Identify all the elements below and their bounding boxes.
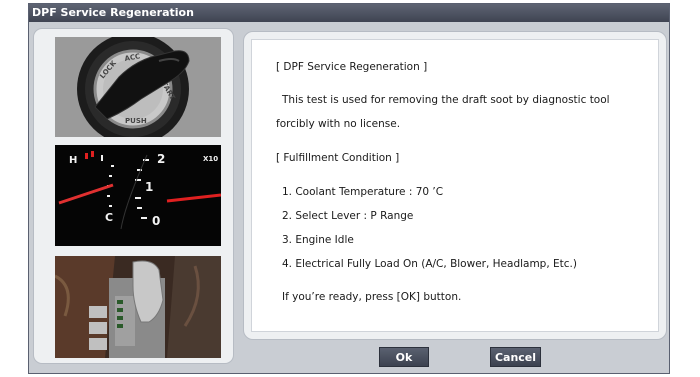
- condition-item: 1. Coolant Temperature : 70 ’C: [282, 186, 444, 198]
- cancel-button[interactable]: Cancel: [490, 347, 541, 367]
- dialog-title: DPF Service Regeneration: [29, 4, 669, 22]
- gauge-label-1: 1: [145, 180, 153, 194]
- ok-button[interactable]: Ok: [379, 347, 429, 367]
- gauge-label-hot: H: [69, 155, 77, 166]
- gauge-label-2: 2: [157, 152, 165, 166]
- description-line-1: This test is used for removing the draft…: [282, 94, 610, 106]
- ready-prompt: If you’re ready, press [OK] button.: [282, 291, 462, 303]
- illustration-panel: LOCK ACC START ON PUSH H C 2 1 0: [33, 28, 234, 364]
- conditions-heading: [ Fulfillment Condition ]: [276, 152, 400, 164]
- message-heading: [ DPF Service Regeneration ]: [276, 61, 428, 73]
- gauge-label-cold: C: [105, 211, 113, 224]
- condition-item: 2. Select Lever : P Range: [282, 210, 414, 222]
- condition-item: 4. Electrical Fully Load On (A/C, Blower…: [282, 258, 577, 270]
- description-line-2: forcibly with no license.: [276, 118, 401, 130]
- coolant-temperature-gauge-photo: H C 2 1 0 X10: [55, 145, 221, 246]
- condition-item: 3. Engine Idle: [282, 234, 354, 246]
- gauge-label-0: 0: [152, 214, 160, 228]
- ignition-key-photo: LOCK ACC START ON PUSH: [55, 37, 221, 137]
- dpf-service-regeneration-dialog: DPF Service Regeneration LOCK ACC START …: [28, 3, 670, 374]
- message-panel: [ DPF Service Regeneration ] This test i…: [243, 31, 667, 340]
- gauge-label-x10: X10: [203, 155, 218, 163]
- ring-text-push: PUSH: [125, 117, 147, 125]
- message-content: [ DPF Service Regeneration ] This test i…: [251, 39, 659, 332]
- gear-shift-lever-photo: [55, 256, 221, 358]
